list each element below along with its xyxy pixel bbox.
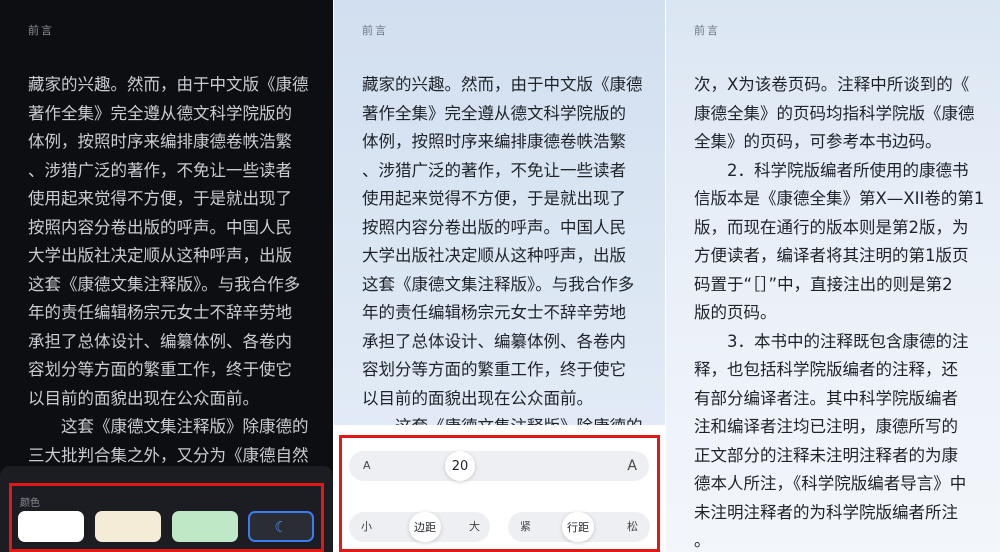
color-settings-sheet: 颜色 ☾ <box>0 466 333 552</box>
margin-small-label: 小 <box>361 520 372 533</box>
text-line: 、涉猎广泛的著作，不免让一些读者 <box>362 160 626 180</box>
chapter-header: 前言 <box>28 24 54 37</box>
text-line: 体例，按照时序来编排康德卷帙浩繁 <box>362 132 626 151</box>
text-line: 这套《康德文集注释版》。与我合作多 <box>28 274 301 294</box>
text-line: 注和编译者注均已注明，康德所写的 <box>694 417 958 436</box>
color-swatch-green[interactable] <box>172 511 238 542</box>
color-swatch-cream[interactable] <box>95 511 161 542</box>
color-swatch-white[interactable] <box>18 511 84 542</box>
line-spacing-tight-label: 紧 <box>520 520 531 533</box>
text-line: 大学出版社决定顺从这种呼声，出版 <box>362 246 626 265</box>
text-line: 2．科学院版编者所使用的康德书 <box>727 160 969 180</box>
text-line: 著作全集》完全遵从德文科学院版的 <box>28 103 292 123</box>
text-line: 释，也包括科学院版编者的注释，还 <box>694 360 958 379</box>
margin-slider[interactable]: 小 边距 大 <box>349 512 490 542</box>
chapter-header: 前言 <box>694 24 720 37</box>
text-line: 按照内容分卷出版的呼声。中国人民 <box>28 217 292 237</box>
text-line: 、涉猎广泛的著作，不免让一些读者 <box>28 160 292 180</box>
text-line: 有部分编译者注。其中科学院版编者 <box>694 388 958 408</box>
text-line: 以目前的面貌出现在公众面前。 <box>362 388 593 408</box>
chapter-header: 前言 <box>362 24 388 37</box>
text-line: 正文部分的注释未注明注释者的为康 <box>694 445 958 465</box>
font-size-large-label: A <box>627 458 637 474</box>
font-size-knob[interactable]: 20 <box>445 451 475 481</box>
font-size-value: 20 <box>451 458 469 474</box>
text-line: 年的责任编辑杨宗元女士不辞辛劳地 <box>28 303 292 322</box>
text-line: 按照内容分卷出版的呼声。中国人民 <box>362 217 626 237</box>
text-line: 承担了总体设计、编纂体例、各卷内 <box>28 331 292 351</box>
line-spacing-knob[interactable]: 行距 <box>562 512 594 542</box>
text-line: 藏家的兴趣。然而，由于中文版《康德 <box>28 75 309 94</box>
moon-icon: ☾ <box>274 517 288 536</box>
page-text: 藏家的兴趣。然而，由于中文版《康德 著作全集》完全遵从德文科学院版的 体例，按照… <box>28 71 310 470</box>
text-line: 次，X为该卷页码。注释中所谈到的《 <box>694 75 970 94</box>
text-line: 。 <box>694 531 711 550</box>
text-line: 使用起来觉得不方便，于是就出现了 <box>362 189 626 208</box>
text-line: 方便读者，编译者将其注明的第1版页 <box>694 246 969 265</box>
text-line: 康德全集》的页码均指科学院版《康德 <box>694 103 975 123</box>
line-spacing-slider[interactable]: 紧 行距 松 <box>508 512 650 542</box>
reader-panel-light: 前言 藏家的兴趣。然而，由于中文版《康德 著作全集》完全遵从德文科学院版的 体例… <box>334 0 665 552</box>
margin-large-label: 大 <box>469 520 480 533</box>
text-line: 版的页码。 <box>694 303 777 322</box>
text-line: 容划分等方面的繁重工作，终于使它 <box>362 360 626 379</box>
margin-knob-label: 边距 <box>414 521 436 534</box>
color-label: 颜色 <box>20 498 40 509</box>
font-size-small-label: A <box>363 459 371 472</box>
text-line: 这套《康德文集注释版》除康德的 <box>61 417 309 436</box>
page-text: 次，X为该卷页码。注释中所谈到的《 康德全集》的页码均指科学院版《康德 全集》的… <box>694 71 985 552</box>
text-line: 大学出版社决定顺从这种呼声，出版 <box>28 246 292 265</box>
reader-panel-dark: 前言 藏家的兴趣。然而，由于中文版《康德 著作全集》完全遵从德文科学院版的 体例… <box>0 0 333 552</box>
font-size-slider[interactable]: A 20 A <box>349 451 649 481</box>
reader-panel-notes: 前言 次，X为该卷页码。注释中所谈到的《 康德全集》的页码均指科学院版《康德 全… <box>666 0 1000 552</box>
text-line: 使用起来觉得不方便，于是就出现了 <box>28 189 292 208</box>
text-line: 年的责任编辑杨宗元女士不辞辛劳地 <box>362 303 626 322</box>
text-line: 体例，按照时序来编排康德卷帙浩繁 <box>28 132 292 151</box>
text-line: 以目前的面貌出现在公众面前。 <box>28 388 259 408</box>
color-swatch-night[interactable]: ☾ <box>248 511 314 542</box>
text-line: 版，而现在通行的版本则是第2版，为 <box>694 217 969 237</box>
margin-knob[interactable]: 边距 <box>409 512 441 542</box>
text-line: 藏家的兴趣。然而，由于中文版《康德 <box>362 75 643 94</box>
text-line: 这套《康德文集注释版》。与我合作多 <box>362 274 635 294</box>
text-line: 3．本书中的注释既包含康德的注 <box>727 331 969 351</box>
line-spacing-loose-label: 松 <box>627 520 638 533</box>
page-text: 藏家的兴趣。然而，由于中文版《康德 著作全集》完全遵从德文科学院版的 体例，按照… <box>362 71 644 442</box>
text-line: 容划分等方面的繁重工作，终于使它 <box>28 360 292 379</box>
font-settings-sheet: A 20 A 小 边距 大 紧 行距 松 <box>334 425 665 552</box>
text-line: 德本人所注，《科学院版编者导言》中 <box>694 474 967 493</box>
text-line: 码置于“［］”中，直接注出的则是第2 <box>694 274 953 294</box>
text-line: 信版本是《康德全集》第X—XII卷的第1 <box>694 189 985 208</box>
line-spacing-knob-label: 行距 <box>567 521 589 534</box>
text-line: 承担了总体设计、编纂体例、各卷内 <box>362 331 626 351</box>
text-line: 著作全集》完全遵从德文科学院版的 <box>362 103 626 123</box>
text-line: 全集》的页码，可参考本书边码。 <box>694 132 942 151</box>
text-line: 未注明注释者的为科学院版编者所注 <box>694 502 958 522</box>
